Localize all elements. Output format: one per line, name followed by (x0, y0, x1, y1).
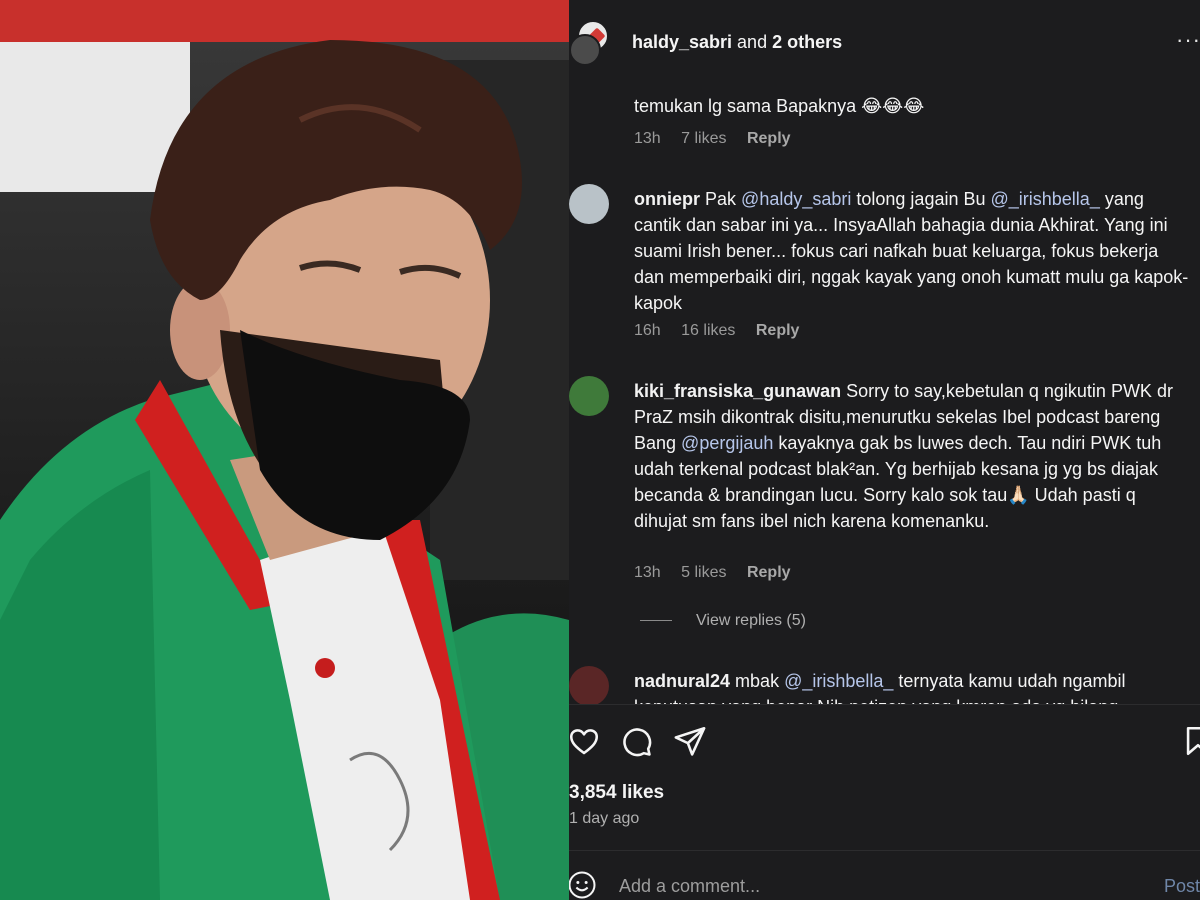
post-photo (0, 0, 569, 900)
mention-link[interactable]: @_irishbella_ (991, 189, 1100, 209)
collab-avatars[interactable] (569, 20, 613, 68)
reply-button[interactable]: Reply (747, 130, 791, 147)
avatar[interactable] (569, 376, 609, 416)
reply-button[interactable]: Reply (756, 322, 800, 339)
comment-username[interactable]: kiki_fransiska_gunawan (634, 381, 841, 401)
author-others[interactable]: 2 others (772, 32, 842, 52)
send-icon[interactable] (673, 724, 707, 758)
divider (569, 850, 1200, 851)
view-replies-button[interactable]: View replies (5) (640, 612, 806, 630)
comment-text: temukan lg sama Bapaknya 😂😂😂 (634, 96, 925, 116)
post-time: 1 day ago (569, 810, 640, 827)
comment-likes[interactable]: 7 likes (681, 130, 726, 147)
author-and: and (732, 32, 773, 52)
comment-icon[interactable] (619, 724, 653, 758)
mention-link[interactable]: @_irishbella_ (784, 671, 893, 691)
author-username[interactable]: haldy_sabri (632, 32, 732, 52)
bookmark-icon[interactable] (1181, 724, 1200, 758)
comment-meta: 13h 5 likes Reply (634, 564, 807, 582)
comment-username[interactable]: onniepr (634, 189, 700, 209)
instagram-panel: haldy_sabri and 2 others ··· temukan lg … (569, 0, 1200, 900)
add-comment-bar: Add a comment... Post (569, 862, 1200, 900)
post-comment-button[interactable]: Post (1164, 876, 1200, 897)
comment-meta: 13h 7 likes Reply (634, 130, 807, 148)
comment-time: 13h (634, 130, 661, 147)
comment-text: kiki_fransiska_gunawan Sorry to say,kebe… (634, 378, 1190, 534)
replies-divider-line (640, 620, 672, 622)
heart-icon[interactable] (569, 724, 601, 758)
avatar[interactable] (569, 666, 609, 704)
comment-text: onniepr Pak @haldy_sabri tolong jagain B… (634, 186, 1190, 316)
mention-link[interactable]: @haldy_sabri (741, 189, 851, 209)
comment-segment: mbak (735, 671, 785, 691)
comments-list[interactable]: temukan lg sama Bapaknya 😂😂😂 13h 7 likes… (569, 78, 1200, 704)
comment-username[interactable]: nadnural24 (634, 671, 730, 691)
comment-segment: Pak (705, 189, 742, 209)
person-illustration (0, 40, 569, 900)
comment-segment: tolong jagain Bu (851, 189, 991, 209)
view-replies-label: View replies (5) (696, 612, 806, 629)
comment-likes[interactable]: 5 likes (681, 564, 726, 581)
comment-text: nadnural24 mbak @_irishbella_ ternyata k… (634, 668, 1190, 704)
avatar (569, 34, 601, 66)
post-likes[interactable]: 3,854 likes (569, 782, 664, 804)
mention-link[interactable]: @pergijauh (681, 433, 773, 453)
comment-meta: 16h 16 likes Reply (634, 322, 815, 340)
comment-input[interactable]: Add a comment... (619, 876, 760, 897)
reply-button[interactable]: Reply (747, 564, 791, 581)
comment-time: 13h (634, 564, 661, 581)
more-icon[interactable]: ··· (1176, 29, 1200, 51)
avatar[interactable] (569, 184, 609, 224)
action-bar (569, 720, 1200, 764)
comment-likes[interactable]: 16 likes (681, 322, 735, 339)
emoji-icon[interactable] (569, 870, 597, 900)
post-authors[interactable]: haldy_sabri and 2 others (632, 32, 842, 53)
post-header: haldy_sabri and 2 others ··· (569, 0, 1200, 86)
divider (569, 704, 1200, 705)
comment-time: 16h (634, 322, 661, 339)
